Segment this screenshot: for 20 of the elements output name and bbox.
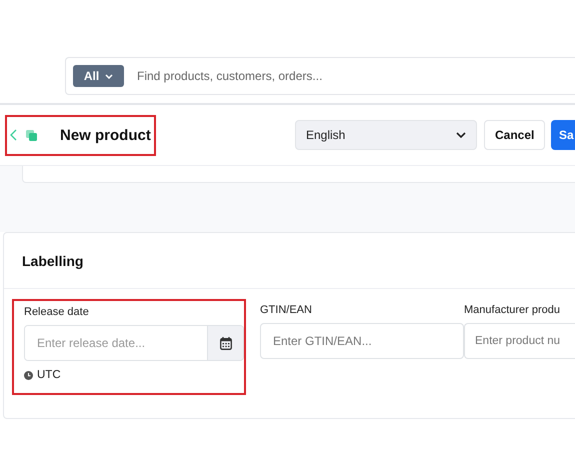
page-title: New product <box>60 126 151 144</box>
clock-icon <box>24 370 33 380</box>
chevron-down-icon <box>456 132 466 138</box>
input-field[interactable]: Enter GTIN/EAN... <box>260 323 464 359</box>
scope-dropdown[interactable]: All <box>73 65 124 87</box>
timezone-label: UTC <box>37 369 61 381</box>
cancel-button[interactable]: Cancel <box>484 120 545 150</box>
search-field[interactable]: All Find products, customers, orders... <box>65 57 575 95</box>
field-label: Manufacturer produ <box>464 304 560 316</box>
section-title: Labelling <box>22 252 84 268</box>
chevron-down-icon <box>105 74 114 78</box>
save-button[interactable]: Sa <box>551 120 575 150</box>
copy-icon <box>25 128 38 142</box>
field-label: GTIN/EAN <box>260 304 312 316</box>
language-select[interactable]: English <box>295 120 477 150</box>
calendar-button[interactable] <box>207 326 243 360</box>
date-field[interactable]: Enter release date... <box>24 325 244 361</box>
field-label: Release date <box>24 306 89 318</box>
input-field[interactable]: Enter product nu <box>464 323 575 359</box>
calendar-icon <box>220 336 232 350</box>
